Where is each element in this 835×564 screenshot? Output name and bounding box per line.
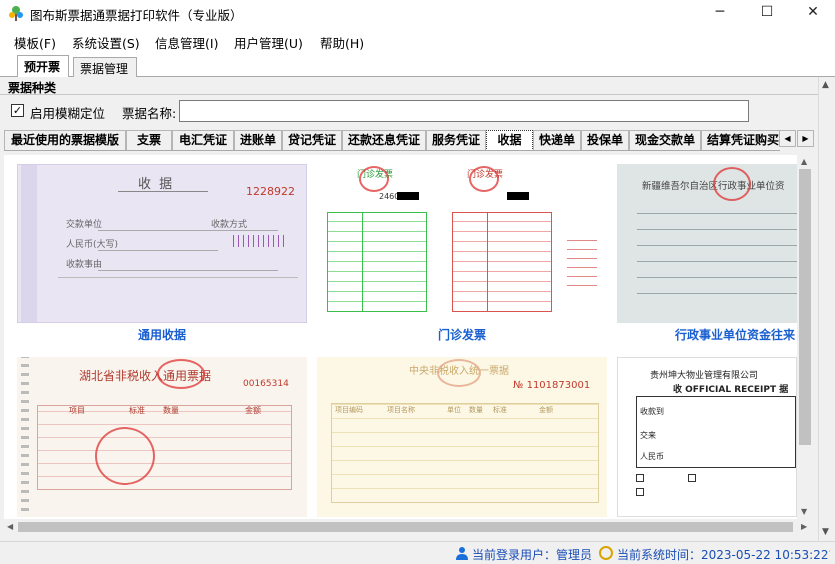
template-card-outpatient-invoice[interactable]: 门诊发票 246025 门诊发票 门诊发票: [317, 164, 607, 344]
category-tab-credit-voucher[interactable]: 贷记凭证: [282, 130, 342, 150]
maximize-button[interactable]: ☐: [744, 0, 790, 26]
menu-user-management[interactable]: 用户管理(U): [234, 33, 303, 52]
template-caption: 门诊发票: [437, 328, 486, 342]
template-caption: 通用收据: [137, 328, 186, 342]
thumb-row-label: 单位: [447, 406, 461, 414]
section-divider: [0, 94, 818, 95]
menu-system-settings[interactable]: 系统设置(S): [72, 33, 140, 52]
scroll-up-arrow-icon[interactable]: ▲: [822, 80, 829, 90]
gallery-horizontal-scrollbar[interactable]: ◀ ▶: [4, 519, 813, 535]
scroll-left-arrow-icon[interactable]: ◀: [7, 522, 13, 531]
thumb-row-label: 收款事由: [66, 260, 103, 270]
template-gallery: 收 据 1228922 交款单位 收款方式 人民币(大写) 收款事由 通用收据 …: [4, 155, 797, 519]
template-card-central-nontax[interactable]: 中央非税收入统一票据 № 1101873001 项目编码 项目名称 单位 数量 …: [317, 357, 607, 517]
category-tab-cheque[interactable]: 支票: [126, 130, 172, 150]
thumb-row-label: 交款单位: [66, 220, 103, 230]
template-caption: 行政事业单位资金往来: [675, 328, 796, 342]
thumb-row-label: 收款方式: [211, 220, 248, 230]
fuzzy-locate-checkbox[interactable]: ✓: [11, 104, 24, 117]
app-logo-icon: [9, 6, 23, 21]
thumb-row-label: 标准: [493, 406, 507, 414]
thumb-number: 1228922: [246, 185, 295, 198]
category-tab-deposit-slip[interactable]: 进账单: [234, 130, 282, 150]
clock-icon: [599, 546, 613, 560]
menu-template[interactable]: 模板(F): [14, 33, 56, 52]
template-card-property-receipt[interactable]: 贵州坤大物业管理有限公司 收 OFFICIAL RECEIPT 据 收款到 交来…: [617, 357, 797, 517]
menu-info-management[interactable]: 信息管理(I): [155, 33, 218, 52]
minimize-button[interactable]: ─: [697, 0, 743, 26]
category-tab-strip: 最近使用的票据模版 支票 电汇凭证 进账单 贷记凭证 还款还息凭证 服务凭证 收…: [4, 129, 780, 151]
scroll-right-arrow-icon[interactable]: ▶: [801, 522, 807, 531]
fuzzy-locate-label[interactable]: 启用模糊定位: [30, 103, 105, 122]
thumb-row-label: 项目名称: [387, 406, 415, 414]
scroll-down-arrow-icon[interactable]: ▼: [801, 507, 807, 516]
template-card-hubei-nontax[interactable]: 湖北省非税收入通用票据 00165314 项目 标准 数量 金额: [17, 357, 307, 517]
scroll-thumb[interactable]: [799, 169, 811, 445]
gallery-vertical-scrollbar[interactable]: ▲ ▼: [797, 155, 813, 519]
thumb-row-label: 交来: [640, 431, 656, 440]
resize-grip-icon[interactable]: ⋰: [822, 550, 831, 560]
category-tab-recent[interactable]: 最近使用的票据模版: [4, 130, 126, 150]
thumb-row-label: 人民币: [640, 452, 664, 461]
template-card-admin-funds[interactable]: 新疆维吾尔自治区行政事业单位资 行政事业单位资金往来: [617, 164, 797, 344]
template-thumbnail: 贵州坤大物业管理有限公司 收 OFFICIAL RECEIPT 据 收款到 交来…: [617, 357, 797, 517]
close-button[interactable]: ✕: [790, 0, 835, 26]
thumb-title: 收 据: [138, 177, 175, 192]
thumb-number: 00165314: [243, 379, 289, 389]
menu-bar: 模板(F) 系统设置(S) 信息管理(I) 用户管理(U) 帮助(H): [0, 29, 835, 53]
status-bar: 当前登录用户：管理员 当前系统时间：2023-05-22 10:53:22 ⋰: [0, 541, 835, 564]
thumb-row-label: 人民币(大写): [66, 240, 119, 250]
category-tab-cash-deposit[interactable]: 现金交款单: [629, 130, 701, 150]
tab-pre-invoice[interactable]: 预开票: [17, 55, 69, 77]
user-icon: [456, 547, 468, 560]
template-thumbnail: 新疆维吾尔自治区行政事业单位资: [617, 164, 797, 323]
category-tab-wire-transfer[interactable]: 电汇凭证: [172, 130, 234, 150]
category-tab-receipt[interactable]: 收据: [486, 130, 533, 150]
content-panel: 票据种类 ✓ 启用模糊定位 票据名称: 最近使用的票据模版 支票 电汇凭证 进账…: [0, 77, 835, 541]
menu-help[interactable]: 帮助(H): [320, 33, 364, 52]
thumb-row-label: 数量: [163, 406, 179, 415]
thumb-row-label: 金额: [539, 406, 553, 414]
category-tab-express[interactable]: 快递单: [533, 130, 581, 150]
template-card-general-receipt[interactable]: 收 据 1228922 交款单位 收款方式 人民币(大写) 收款事由 通用收据: [17, 164, 307, 344]
thumb-row-label: 标准: [129, 406, 145, 415]
scroll-thumb[interactable]: [18, 522, 793, 532]
category-tab-repayment-voucher[interactable]: 还款还息凭证: [342, 130, 426, 150]
thumb-row-label: 项目: [69, 406, 85, 415]
template-thumbnail: 中央非税收入统一票据 № 1101873001 项目编码 项目名称 单位 数量 …: [317, 357, 607, 517]
window-title: 图布斯票据通票据打印软件（专业版）: [30, 8, 243, 23]
category-tab-settlement-purchase[interactable]: 结算凭证购买: [701, 130, 780, 150]
main-tab-strip: 预开票 票据管理: [0, 55, 835, 77]
category-tab-service-voucher[interactable]: 服务凭证: [426, 130, 486, 150]
thumb-row-label: 收款到: [640, 407, 664, 416]
panel-vertical-scrollbar[interactable]: ▲ ▼: [818, 77, 835, 541]
tab-invoice-management[interactable]: 票据管理: [73, 57, 137, 77]
category-scroll-right-button[interactable]: ▶: [797, 130, 814, 147]
thumb-row-label: 项目编码: [335, 406, 363, 414]
invoice-name-label: 票据名称:: [122, 106, 177, 121]
current-time-status: 当前系统时间：2023-05-22 10:53:22: [617, 548, 829, 562]
thumb-number: № 1101873001: [513, 380, 591, 391]
title-bar: 图布斯票据通票据打印软件（专业版） ─ ☐ ✕: [0, 0, 835, 26]
thumb-title: 贵州坤大物业管理有限公司: [650, 371, 759, 381]
category-scroll-left-button[interactable]: ◀: [779, 130, 796, 147]
thumb-row-label: 数量: [469, 406, 483, 414]
category-tab-insurance[interactable]: 投保单: [581, 130, 629, 150]
template-thumbnail: 湖北省非税收入通用票据 00165314 项目 标准 数量 金额: [17, 357, 307, 517]
thumb-row-label: 金额: [245, 406, 261, 415]
scroll-down-arrow-icon[interactable]: ▼: [822, 527, 829, 537]
scroll-up-arrow-icon[interactable]: ▲: [801, 157, 807, 166]
thumb-subtitle: 收 OFFICIAL RECEIPT 据: [673, 385, 789, 395]
current-user-status: 当前登录用户：管理员: [472, 548, 593, 562]
template-thumbnail: 收 据 1228922 交款单位 收款方式 人民币(大写) 收款事由: [17, 164, 307, 323]
template-thumbnail: 门诊发票 246025 门诊发票: [317, 164, 607, 323]
invoice-name-input[interactable]: [179, 100, 749, 122]
